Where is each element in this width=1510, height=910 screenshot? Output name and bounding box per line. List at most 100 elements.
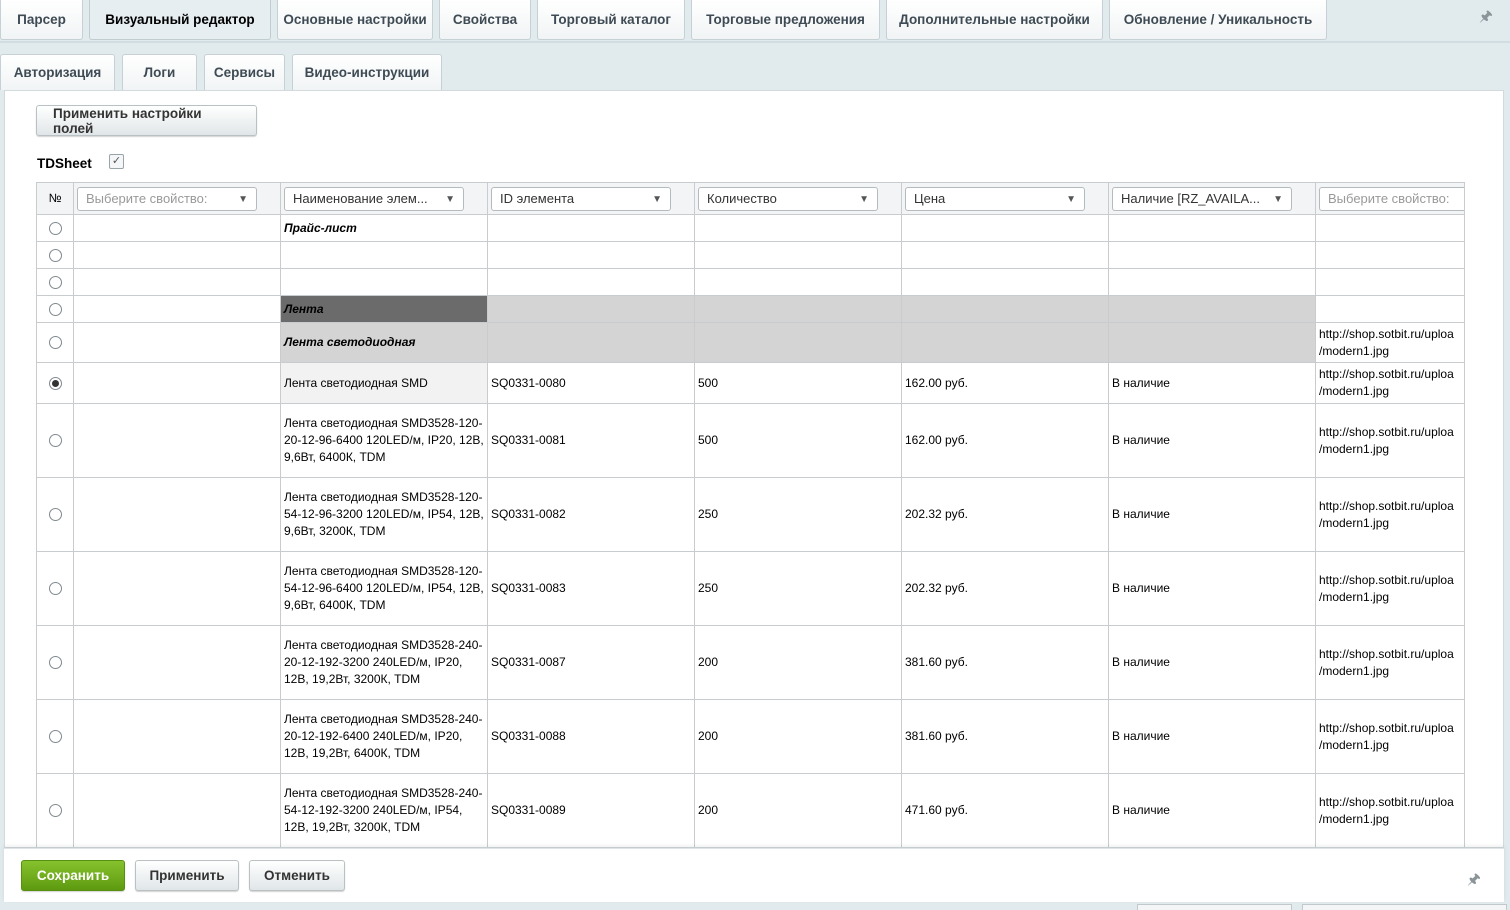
- cell-availability: [1108, 322, 1316, 363]
- row-radio[interactable]: [48, 221, 62, 235]
- cell-empty: [73, 322, 281, 363]
- cell-name: Лента светодиодная SMD3528-120-54-12-96-…: [280, 477, 488, 552]
- cell-id: SQ0331-0081: [487, 403, 695, 478]
- row-radio[interactable]: [48, 336, 62, 350]
- row-select-cell: [36, 773, 74, 847]
- apply-button[interactable]: Применить: [135, 860, 239, 891]
- chevron-down-icon: ▼: [445, 193, 455, 205]
- footer-pin-icon[interactable]: 🖈: [1467, 869, 1481, 894]
- tab-trade-catalog[interactable]: Торговый каталог: [537, 0, 685, 40]
- row-radio[interactable]: [48, 302, 62, 316]
- cell-image-url: http://shop.sotbit.ru/uploa /modern1.jpg: [1315, 551, 1465, 626]
- tab-properties[interactable]: Свойства: [439, 0, 531, 40]
- row-radio[interactable]: [48, 434, 62, 448]
- cell-image-url: [1315, 268, 1465, 296]
- cell-quantity: 500: [694, 362, 902, 404]
- cell-quantity: 200: [694, 699, 902, 774]
- row-select-cell: [36, 362, 74, 404]
- column-property-select[interactable]: Выберите свойство:▼: [77, 186, 257, 211]
- cell-empty: [73, 699, 281, 774]
- table-row: Прайс-лист: [36, 214, 1465, 242]
- cell-id: SQ0331-0083: [487, 551, 695, 626]
- cell-image-url: http://shop.sotbit.ru/uploa /modern1.jpg: [1315, 403, 1465, 478]
- tab-trade-offers[interactable]: Торговые предложения: [691, 0, 880, 40]
- cell-empty: [73, 625, 281, 700]
- row-radio[interactable]: [48, 656, 62, 670]
- apply-field-settings-button[interactable]: Применить настройки полей: [36, 105, 257, 136]
- column-header-2: ID элемента ▼: [487, 182, 695, 215]
- row-radio[interactable]: [48, 730, 62, 744]
- tab-additional-settings[interactable]: Дополнительные настройки: [886, 0, 1103, 40]
- cell-image-url: http://shop.sotbit.ru/uploa /modern1.jpg: [1315, 322, 1465, 363]
- content-panel: Применить настройки полей TDSheet ✓ № Вы…: [4, 90, 1504, 848]
- column-property-select[interactable]: Наименование элем... ▼: [284, 186, 464, 211]
- cell-id: SQ0331-0088: [487, 699, 695, 774]
- column-property-select[interactable]: ID элемента ▼: [491, 186, 671, 211]
- bottom-tab-right[interactable]: [1302, 904, 1507, 910]
- select-value: Количество: [707, 191, 777, 206]
- save-button[interactable]: Сохранить: [21, 860, 125, 891]
- column-property-select[interactable]: Количество ▼: [698, 186, 878, 211]
- table-row: Лента светодиодная SMD3528-240-20-12-192…: [36, 699, 1465, 774]
- table-row: [36, 268, 1465, 296]
- chevron-down-icon: ▼: [238, 193, 248, 205]
- tab-video-instructions[interactable]: Видео-инструкции: [292, 54, 442, 90]
- tab-visual-editor[interactable]: Визуальный редактор: [89, 0, 271, 40]
- tabs-divider: [0, 41, 1510, 43]
- sheet-checkbox[interactable]: ✓: [109, 154, 124, 169]
- cell-name: Лента светодиодная SMD3528-120-54-12-96-…: [280, 551, 488, 626]
- column-header-3: Количество ▼: [694, 182, 902, 215]
- cancel-button[interactable]: Отменить: [249, 860, 345, 891]
- cell-quantity: [694, 268, 902, 296]
- cell-name: Лента светодиодная SMD3528-240-20-12-192…: [280, 699, 488, 774]
- cell-image-url: [1315, 214, 1465, 242]
- cell-empty: [73, 214, 281, 242]
- sheet-name: TDSheet: [37, 156, 92, 171]
- cell-name: Лента светодиодная SMD3528-240-54-12-192…: [280, 773, 488, 847]
- column-property-select[interactable]: Цена ▼: [905, 186, 1085, 211]
- cell-price: 162.00 руб.: [901, 362, 1109, 404]
- table-row: [36, 241, 1465, 269]
- table-header-row: № Выберите свойство: ▼ Наименование элем..…: [36, 182, 1465, 215]
- cell-id: SQ0331-0087: [487, 625, 695, 700]
- tab-main-settings[interactable]: Основные настройки: [277, 0, 433, 40]
- cell-price: [901, 268, 1109, 296]
- cell-id: SQ0331-0080: [487, 362, 695, 404]
- row-radio[interactable]: [48, 508, 62, 522]
- cell-id: [487, 214, 695, 242]
- cell-price: 381.60 руб.: [901, 625, 1109, 700]
- cell-availability: В наличие: [1108, 477, 1316, 552]
- column-property-select[interactable]: Наличие [RZ_AVAILA... ▼: [1112, 186, 1292, 211]
- tab-parser[interactable]: Парсер: [0, 0, 83, 40]
- cell-quantity: [694, 322, 902, 363]
- column-header-1: Наименование элем... ▼: [280, 182, 488, 215]
- row-radio[interactable]: [48, 275, 62, 289]
- column-header-4: Цена ▼: [901, 182, 1109, 215]
- tab-authorization[interactable]: Авторизация: [0, 54, 115, 90]
- row-radio[interactable]: [48, 376, 62, 390]
- row-radio[interactable]: [48, 582, 62, 596]
- cell-availability: В наличие: [1108, 773, 1316, 847]
- cell-empty: [73, 268, 281, 296]
- tab-update-uniqueness[interactable]: Обновление / Уникальность: [1109, 0, 1327, 40]
- cell-price: 381.60 руб.: [901, 699, 1109, 774]
- cell-price: 162.00 руб.: [901, 403, 1109, 478]
- row-radio[interactable]: [48, 804, 62, 818]
- table-row: Лента светодиодная SMD3528-120-54-12-96-…: [36, 551, 1465, 626]
- bottom-tab-left[interactable]: [1137, 904, 1292, 910]
- tab-logs[interactable]: Логи: [122, 54, 197, 90]
- column-property-select[interactable]: Выберите свойство:▼: [1319, 186, 1464, 211]
- cell-price: 202.32 руб.: [901, 477, 1109, 552]
- cell-availability: [1108, 268, 1316, 296]
- row-radio[interactable]: [48, 248, 62, 262]
- cell-availability: В наличие: [1108, 699, 1316, 774]
- chevron-down-icon: ▼: [1066, 193, 1076, 205]
- cell-image-url: http://shop.sotbit.ru/uploa /modern1.jpg: [1315, 699, 1465, 774]
- cell-name: [280, 268, 488, 296]
- row-select-cell: [36, 551, 74, 626]
- select-value: Цена: [914, 191, 946, 206]
- main-tabs: Парсер Визуальный редактор Основные наст…: [0, 0, 1333, 40]
- table-row: Лента светодиодная http://shop.sotbit.ru/…: [36, 322, 1465, 363]
- tab-services[interactable]: Сервисы: [204, 54, 285, 90]
- pin-icon[interactable]: 🖈: [1479, 6, 1493, 31]
